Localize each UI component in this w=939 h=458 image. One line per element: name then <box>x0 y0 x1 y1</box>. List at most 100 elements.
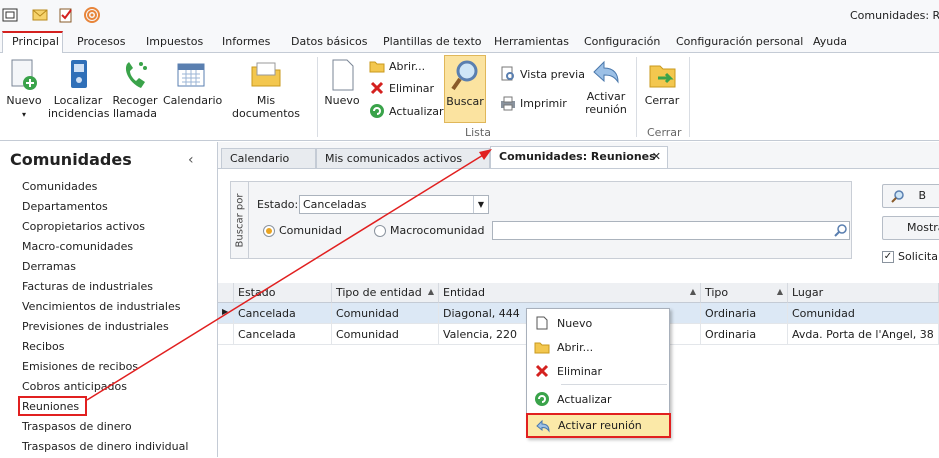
column-label: Lugar <box>792 286 824 299</box>
column-label: Estado <box>238 286 276 299</box>
sort-asc-icon: ▲ <box>427 287 434 296</box>
ctx-abrir[interactable]: Abrir... <box>527 335 669 359</box>
estado-select[interactable]: Canceladas ▼ <box>299 195 489 214</box>
tab-impuestos[interactable]: Impuestos <box>146 35 203 48</box>
solicitar-checkbox[interactable]: ✓ Solicitar <box>882 250 939 263</box>
group-label-cerrar: Cerrar <box>647 126 682 139</box>
calendario-button[interactable]: Calendario <box>163 58 223 107</box>
chevron-down-icon[interactable]: ▼ <box>473 196 488 213</box>
ribbon-separator <box>636 57 637 137</box>
mostrar-button[interactable]: Mostra <box>882 216 939 240</box>
column-header-estado[interactable]: Estado <box>234 283 332 303</box>
doc-tab-reuniones-label: Comunidades: Reuniones <box>499 150 656 163</box>
cerrar-button[interactable]: Cerrar <box>642 58 682 107</box>
sidebar-item-comunidades[interactable]: Comunidades <box>22 180 97 193</box>
radio-unselected-icon <box>374 224 386 237</box>
cell-tipo-entidad: Comunidad <box>332 324 439 345</box>
radio-comunidad[interactable]: Comunidad <box>263 224 342 237</box>
reuniones-highlight-box <box>18 396 87 416</box>
ctx-activar-label: Activar reunión <box>558 419 642 432</box>
doc-tab-calendario[interactable]: Calendario <box>221 148 316 168</box>
clipboard-icon[interactable] <box>58 7 74 23</box>
sidebar-item-recibos[interactable]: Recibos <box>22 340 64 353</box>
vista-previa-label: Vista previa <box>520 67 585 81</box>
rss-icon[interactable] <box>84 7 100 23</box>
activar-label: Activar reunión <box>585 90 627 116</box>
printer-icon <box>501 96 515 111</box>
mis-documentos-button[interactable]: Mis documentos <box>224 58 308 120</box>
sidebar-item-previsiones[interactable]: Previsiones de industriales <box>22 320 169 333</box>
exit-folder-icon <box>649 65 676 88</box>
close-tab-icon[interactable]: ✕ <box>652 150 661 163</box>
nuevo-dropdown-button[interactable]: Nuevo ▾ <box>4 58 44 121</box>
column-header-entidad[interactable]: Entidad ▲ <box>439 283 701 303</box>
vista-previa-button[interactable]: Vista previa <box>500 66 585 82</box>
sidebar-item-departamentos[interactable]: Departamentos <box>22 200 108 213</box>
sort-asc-icon: ▲ <box>776 287 783 296</box>
search-input[interactable] <box>492 221 850 240</box>
eliminar-button[interactable]: Eliminar <box>369 81 434 95</box>
localizar-incidencias-button[interactable]: Localizar incidencias <box>48 58 110 120</box>
new-document-icon <box>536 316 548 330</box>
doc-tab-mis-comunicados[interactable]: Mis comunicados activos <box>316 148 490 168</box>
sort-asc-icon: ▲ <box>689 287 696 296</box>
ctx-eliminar[interactable]: Eliminar <box>527 359 669 383</box>
sidebar-item-vencimientos[interactable]: Vencimientos de industriales <box>22 300 180 313</box>
mail-icon[interactable] <box>32 7 48 23</box>
recoger-llamada-button[interactable]: Recoger llamada <box>110 58 160 120</box>
cell-lugar: Comunidad <box>788 303 939 324</box>
tab-procesos[interactable]: Procesos <box>77 35 125 48</box>
imprimir-label: Imprimir <box>520 96 567 110</box>
buscar-por-label: Buscar por <box>234 193 245 247</box>
tab-configuracion[interactable]: Configuración <box>584 35 660 48</box>
app-logo-icon[interactable] <box>2 7 18 23</box>
column-label: Entidad <box>443 286 485 299</box>
ctx-abrir-label: Abrir... <box>557 340 594 354</box>
ctx-activar-reunion[interactable]: Activar reunión <box>526 413 671 438</box>
ribbon: Nuevo ▾ Localizar incidencias Recoger lla… <box>0 53 939 141</box>
ctx-nuevo[interactable]: Nuevo <box>527 311 669 335</box>
cell-tipo-entidad: Comunidad <box>332 303 439 324</box>
search-icon[interactable] <box>834 224 847 237</box>
side-buscar-button[interactable]: B <box>882 184 939 208</box>
ctx-actualizar[interactable]: Actualizar <box>527 387 669 411</box>
collapse-chevron-icon[interactable]: ‹ <box>188 152 194 168</box>
imprimir-button[interactable]: Imprimir <box>500 95 567 111</box>
tab-ayuda[interactable]: Ayuda <box>813 35 847 48</box>
sidebar-item-macro-comunidades[interactable]: Macro-comunidades <box>22 240 133 253</box>
sidebar-item-emisiones[interactable]: Emisiones de recibos <box>22 360 138 373</box>
activar-reunion-button[interactable]: Activar reunión <box>582 58 630 116</box>
tab-datos-basicos[interactable]: Datos básicos <box>291 35 368 48</box>
abrir-button[interactable]: Abrir... <box>369 59 425 73</box>
buscar-button[interactable]: Buscar <box>444 55 486 123</box>
radio-macrocomunidad[interactable]: Macrocomunidad <box>374 224 485 237</box>
sidebar-item-traspasos-individual[interactable]: Traspasos de dinero individual <box>22 440 188 453</box>
column-header-tipo-entidad[interactable]: Tipo de entidad ▲ <box>332 283 439 303</box>
radio-macro-label: Macrocomunidad <box>390 224 485 237</box>
sidebar-item-derramas[interactable]: Derramas <box>22 260 76 273</box>
buscar-por-label-box: Buscar por <box>231 182 249 258</box>
localizar-label: Localizar incidencias <box>48 94 110 120</box>
calendario-label: Calendario <box>163 94 223 107</box>
actualizar-button[interactable]: Actualizar <box>369 103 444 119</box>
tab-plantillas[interactable]: Plantillas de texto <box>383 35 482 48</box>
nuevo-button[interactable]: Nuevo <box>322 58 362 107</box>
sidebar-title: Comunidades <box>10 150 132 169</box>
doc-tab-reuniones[interactable]: Comunidades: Reuniones ✕ <box>490 146 668 168</box>
tab-configuracion-personal[interactable]: Configuración personal <box>676 35 803 48</box>
folder-icon <box>251 62 281 87</box>
column-header-lugar[interactable]: Lugar <box>788 283 939 303</box>
current-row-arrow-icon: ▶ <box>218 303 234 324</box>
blank-document-icon <box>332 59 354 91</box>
sidebar-item-copropietarios[interactable]: Copropietarios activos <box>22 220 145 233</box>
sidebar-item-traspasos[interactable]: Traspasos de dinero <box>22 420 132 433</box>
open-folder-icon <box>369 61 385 73</box>
sidebar-item-cobros[interactable]: Cobros anticipados <box>22 380 127 393</box>
tab-principal[interactable]: Principal <box>12 35 59 48</box>
tab-informes[interactable]: Informes <box>222 35 270 48</box>
tab-herramientas[interactable]: Herramientas <box>494 35 569 48</box>
sidebar-item-facturas[interactable]: Facturas de industriales <box>22 280 153 293</box>
cell-estado: Cancelada <box>234 324 332 345</box>
open-folder-icon <box>534 342 550 354</box>
column-header-tipo[interactable]: Tipo ▲ <box>701 283 788 303</box>
